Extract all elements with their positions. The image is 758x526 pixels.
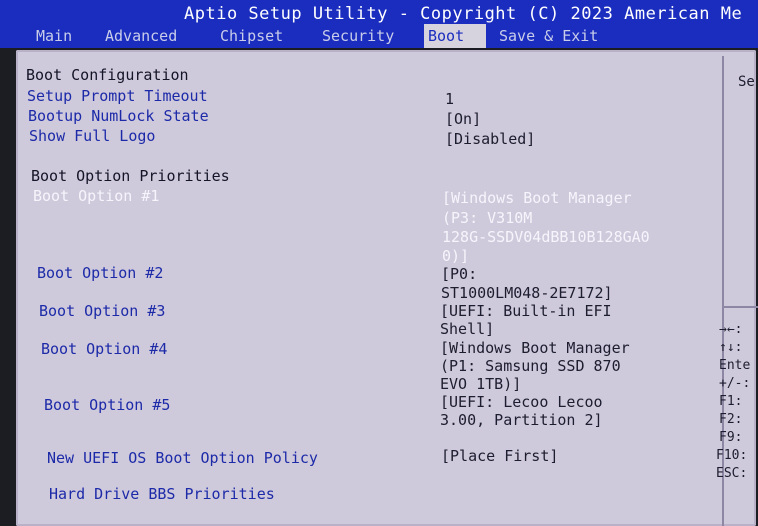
help-key: +/-:	[719, 376, 751, 391]
boot-option-1-value-line: (P3: V310M	[442, 209, 533, 227]
tab-chipset[interactable]: Chipset	[216, 24, 287, 48]
help-key: F9:	[719, 430, 743, 445]
help-key: F2:	[719, 412, 743, 427]
numlock-state-label[interactable]: Bootup NumLock State	[28, 107, 209, 125]
setup-prompt-timeout-value[interactable]: 1	[445, 90, 454, 108]
setup-prompt-timeout-label[interactable]: Setup Prompt Timeout	[27, 87, 208, 105]
boot-option-1-value-line: 0)]	[442, 247, 470, 265]
boot-option-3-label[interactable]: Boot Option #3	[39, 302, 165, 320]
boot-option-1-value-line: 128G-SSDV04dBB10B128GA0	[442, 228, 650, 246]
help-key: F10:	[716, 448, 748, 463]
boot-option-2-value-line: ST1000LM048-2E7172]	[441, 284, 613, 302]
boot-option-4-label[interactable]: Boot Option #4	[41, 340, 167, 358]
boot-option-2-label[interactable]: Boot Option #2	[37, 264, 163, 282]
menu-bar: Main Advanced Chipset Security Boot Save…	[0, 24, 758, 48]
hard-drive-bbs-priorities-link[interactable]: Hard Drive BBS Priorities	[49, 485, 275, 503]
tab-main[interactable]: Main	[32, 24, 76, 48]
boot-option-2-value-line[interactable]: [P0:	[441, 265, 477, 283]
help-key: F1:	[719, 394, 743, 409]
priorities-title: Boot Option Priorities	[31, 167, 230, 185]
help-key: →←:	[719, 322, 743, 337]
boot-option-4-value-line[interactable]: [Windows Boot Manager	[440, 339, 630, 357]
boot-option-1-label[interactable]: Boot Option #1	[33, 187, 159, 205]
boot-option-1-value-line[interactable]: [Windows Boot Manager	[442, 189, 632, 207]
boot-option-5-label[interactable]: Boot Option #5	[44, 396, 170, 414]
help-text: Se	[738, 74, 755, 90]
boot-option-3-value-line[interactable]: [UEFI: Built-in EFI	[440, 302, 612, 320]
tab-boot[interactable]: Boot	[424, 24, 486, 48]
boot-option-5-value-line[interactable]: [UEFI: Lecoo Lecoo	[440, 393, 603, 411]
tab-advanced[interactable]: Advanced	[101, 24, 181, 48]
boot-option-3-value-line: Shell]	[440, 320, 495, 338]
section-title: Boot Configuration	[26, 66, 189, 84]
help-key: Ente	[719, 358, 751, 373]
show-full-logo-label[interactable]: Show Full Logo	[29, 127, 155, 145]
help-separator	[724, 306, 758, 308]
boot-option-4-value-line: EVO 1TB)]	[440, 375, 522, 393]
boot-option-4-value-line: (P1: Samsung SSD 870	[440, 357, 621, 375]
uefi-boot-policy-value[interactable]: [Place First]	[441, 447, 558, 465]
numlock-state-value[interactable]: [On]	[445, 110, 481, 128]
boot-option-5-value-line: 3.00, Partition 2]	[440, 411, 603, 429]
tab-save-exit[interactable]: Save & Exit	[495, 24, 602, 48]
show-full-logo-value[interactable]: [Disabled]	[445, 130, 535, 148]
uefi-boot-policy-label[interactable]: New UEFI OS Boot Option Policy	[47, 449, 318, 467]
help-key: ESC:	[716, 466, 748, 481]
help-key: ↑↓:	[719, 340, 743, 355]
tab-security[interactable]: Security	[318, 24, 398, 48]
